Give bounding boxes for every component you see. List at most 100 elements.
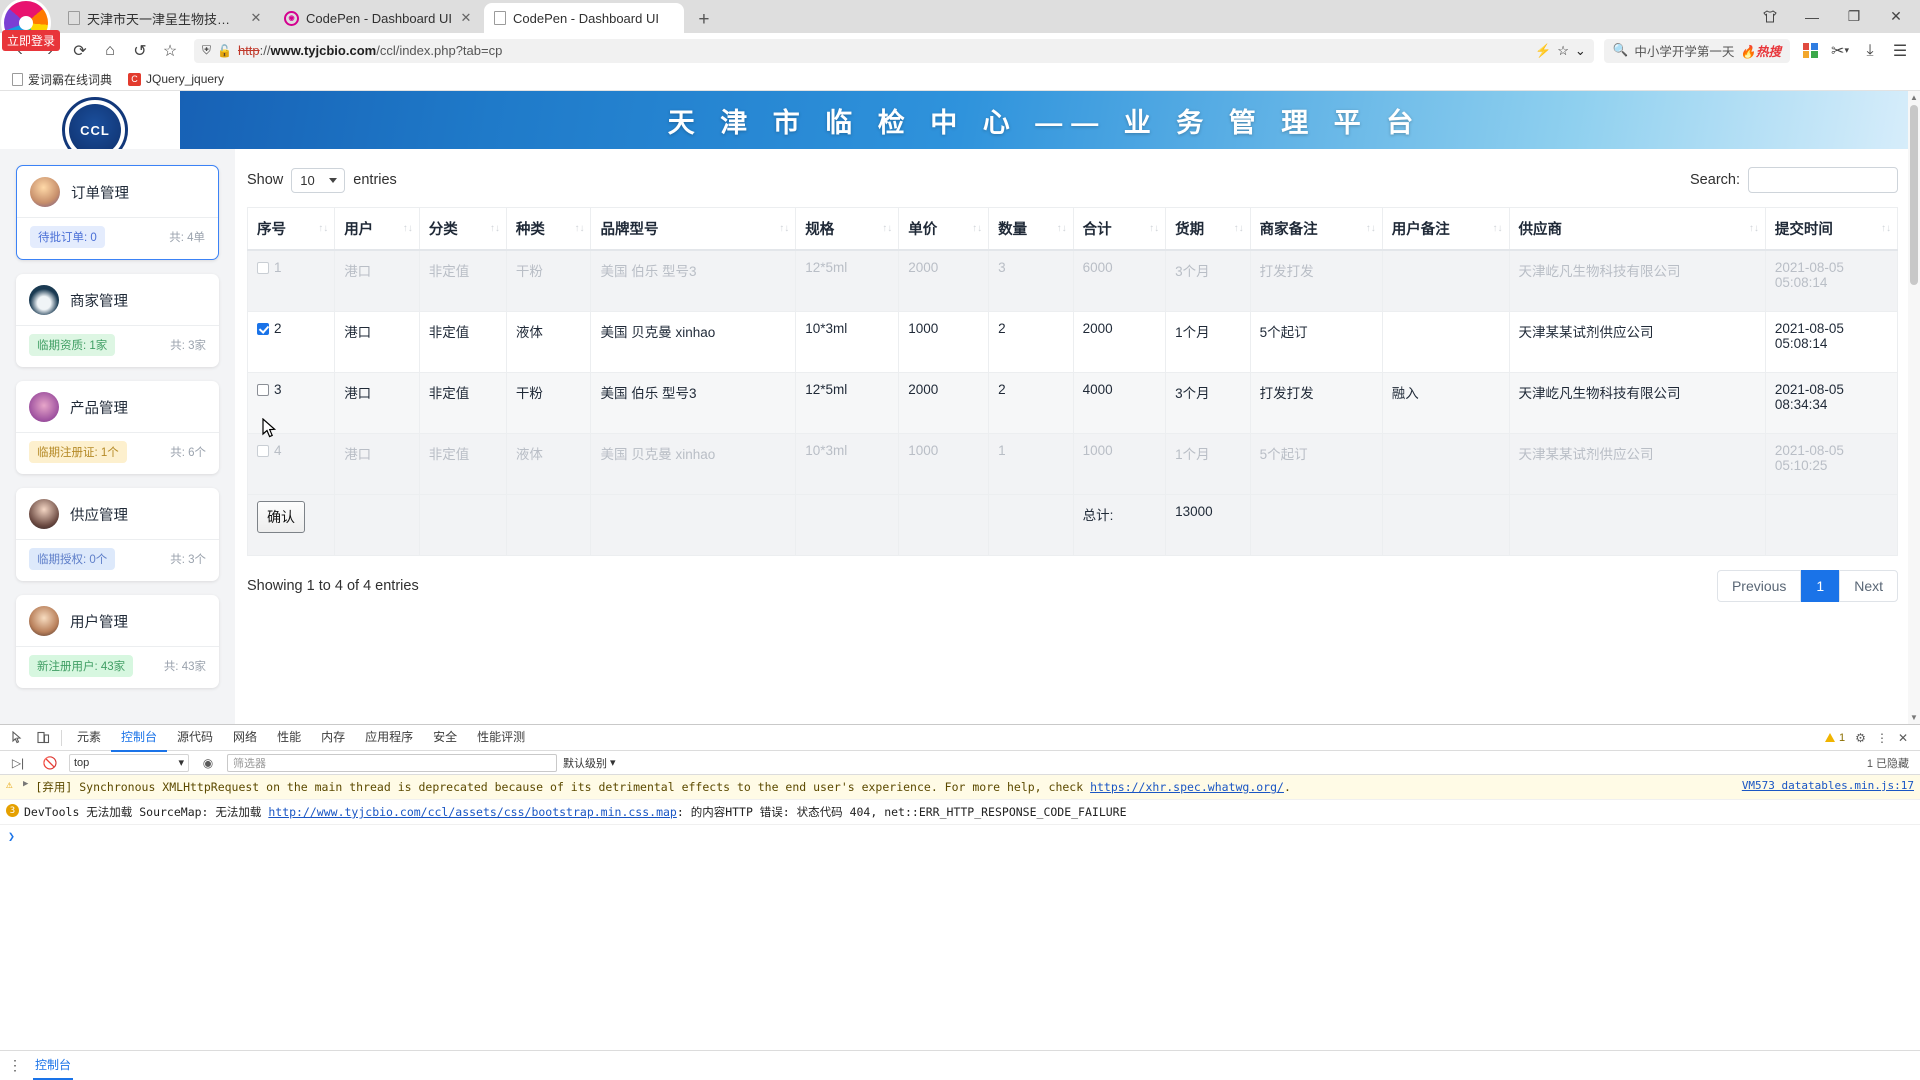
close-button[interactable]: ✕ — [1876, 2, 1916, 32]
shield-icon[interactable]: ⛨ — [202, 43, 211, 58]
col-header-category[interactable]: 分类 ↑↓ — [418, 207, 507, 251]
pagination-next[interactable]: Next — [1839, 569, 1898, 602]
close-icon[interactable]: ✕ — [249, 10, 263, 26]
star-icon[interactable]: ☆ — [1557, 43, 1569, 59]
row-checkbox[interactable] — [257, 383, 269, 396]
console-filter-input[interactable]: 筛选器 — [227, 753, 557, 772]
table-row[interactable]: 2 港口 非定值 液体 美国 贝克曼 xinhao 10*3ml 1000 2 … — [246, 310, 1899, 373]
bookmark-item-0[interactable]: 爱词霸在线词典 — [12, 71, 112, 88]
confirm-button[interactable]: 确认 — [257, 500, 305, 533]
menu-icon[interactable]: ☰ — [1886, 38, 1914, 64]
console-source-link[interactable]: VM573 datatables.min.js:17 — [1742, 779, 1914, 792]
log-level-select[interactable]: 默认级别 ▾ — [563, 755, 616, 771]
kebab-icon[interactable]: ⋮ — [8, 1057, 23, 1074]
address-bar[interactable]: ⛨ 🔓 http://www.tyjcbio.com/ccl/index.php… — [194, 38, 1594, 63]
col-header-submit-time[interactable]: 提交时间 ↑↓ — [1764, 207, 1899, 251]
devtools-tab-network[interactable]: 网络 — [223, 724, 267, 752]
col-header-qty[interactable]: 数量 ↑↓ — [988, 207, 1074, 251]
sidebar-item-supply[interactable]: 供应管理 临期授权: 0个 共: 3个 — [16, 488, 219, 581]
col-header-price[interactable]: 单价 ↑↓ — [898, 207, 990, 251]
bookmark-item-1[interactable]: C JQuery_jquery — [128, 72, 224, 86]
close-icon[interactable]: ✕ — [1898, 731, 1908, 745]
sidebar-item-orders[interactable]: 订单管理 待批订单: 0 共: 4单 — [16, 165, 219, 260]
new-tab-button[interactable]: + — [691, 7, 717, 33]
cell-index[interactable]: 1 — [246, 249, 336, 312]
home-icon[interactable]: ⌂ — [96, 38, 124, 64]
hot-search-label[interactable]: 🔥热搜 — [1740, 41, 1781, 60]
expand-arrow-icon[interactable]: ▶ — [23, 779, 28, 789]
col-header-spec[interactable]: 规格 ↑↓ — [795, 207, 900, 251]
scroll-up-arrow[interactable]: ▲ — [1909, 93, 1919, 102]
lock-broken-icon[interactable]: 🔓 — [217, 44, 232, 58]
chevron-down-icon[interactable]: ⌄ — [1575, 43, 1586, 59]
scrollbar-thumb[interactable] — [1910, 105, 1918, 285]
browser-tab-2[interactable]: CodePen - Dashboard UI — [483, 3, 684, 33]
context-select[interactable]: top ▾ — [69, 753, 189, 772]
close-icon[interactable]: ✕ — [459, 10, 473, 26]
run-icon[interactable]: ▷| — [5, 751, 31, 775]
shirt-icon[interactable] — [1750, 2, 1790, 32]
row-checkbox[interactable] — [257, 262, 269, 274]
devtools-tab-sources[interactable]: 源代码 — [167, 724, 223, 752]
devtools-tab-lighthouse[interactable]: 性能评测 — [467, 724, 535, 752]
console-link[interactable]: https://xhr.spec.whatwg.org/ — [1090, 780, 1284, 794]
row-checkbox[interactable] — [257, 322, 269, 335]
lightning-icon[interactable]: ⚡ — [1535, 43, 1551, 59]
page-scrollbar[interactable]: ▲ ▼ — [1908, 91, 1920, 724]
download-icon[interactable]: ⤓ — [1856, 38, 1884, 64]
apps-icon[interactable] — [1796, 38, 1824, 64]
devtools-tab-memory[interactable]: 内存 — [311, 724, 355, 752]
devtools-tab-application[interactable]: 应用程序 — [355, 724, 423, 752]
table-row[interactable]: 1 港口 非定值 干粉 美国 伯乐 型号3 12*5ml 2000 3 6000… — [246, 249, 1899, 312]
device-toolbar-icon[interactable] — [30, 726, 56, 750]
pagination-previous[interactable]: Previous — [1716, 569, 1802, 602]
warning-count-badge[interactable]: 1 — [1825, 732, 1845, 744]
browser-tab-1[interactable]: ◉ CodePen - Dashboard UI ✕ — [274, 3, 483, 33]
col-header-index[interactable]: 序号 ↑↓ — [246, 207, 336, 251]
sidebar-item-users[interactable]: 用户管理 新注册用户: 43家 共: 43家 — [16, 595, 219, 688]
search-input[interactable] — [1748, 167, 1898, 193]
col-header-user-note[interactable]: 用户备注 ↑↓ — [1381, 207, 1510, 251]
bookmark-star-icon[interactable]: ☆ — [156, 38, 184, 64]
scroll-down-arrow[interactable]: ▼ — [1909, 713, 1919, 722]
minimize-button[interactable]: — — [1792, 2, 1832, 32]
gear-icon[interactable]: ⚙ — [1855, 731, 1866, 745]
console-prompt[interactable]: ❯ — [0, 825, 1920, 847]
col-header-supplier[interactable]: 供应商 ↑↓ — [1508, 207, 1766, 251]
eye-icon[interactable]: ◉ — [195, 751, 221, 775]
devtools-tab-elements[interactable]: 元素 — [67, 724, 111, 752]
sidebar-item-merchants[interactable]: 商家管理 临期资质: 1家 共: 3家 — [16, 274, 219, 367]
reload-icon[interactable]: ⟳ — [66, 38, 94, 64]
clear-console-icon[interactable]: 🚫 — [37, 751, 63, 775]
kebab-icon[interactable]: ⋮ — [1876, 731, 1888, 745]
col-header-user[interactable]: 用户 ↑↓ — [334, 207, 420, 251]
row-checkbox[interactable] — [257, 444, 269, 457]
table-row[interactable]: 4 港口 非定值 液体 美国 贝克曼 xinhao 10*3ml 1000 1 … — [246, 432, 1899, 495]
login-badge[interactable]: 立即登录 — [2, 30, 61, 51]
undo-icon[interactable]: ↺ — [126, 38, 154, 64]
cell-index[interactable]: 4 — [246, 432, 336, 495]
page-size-select[interactable]: 10 25 50 100 — [291, 167, 346, 193]
drawer-tab-console[interactable]: 控制台 — [33, 1051, 74, 1080]
sidebar-item-products[interactable]: 产品管理 临期注册证: 1个 共: 6个 — [16, 381, 219, 474]
table-row[interactable]: 3 港口 非定值 干粉 美国 伯乐 型号3 12*5ml 2000 2 4000… — [246, 371, 1899, 434]
col-header-total[interactable]: 合计 ↑↓ — [1072, 207, 1167, 251]
browser-search-box[interactable]: 🔍 中小学开学第一天 🔥热搜 — [1603, 38, 1790, 63]
scissors-icon[interactable]: ✂ ▾ — [1826, 38, 1854, 64]
console-message-error[interactable]: 3 DevTools 无法加载 SourceMap: 无法加载 http://w… — [0, 800, 1920, 825]
col-header-lead[interactable]: 货期 ↑↓ — [1165, 207, 1251, 251]
devtools-tab-performance[interactable]: 性能 — [267, 724, 311, 752]
cell-index[interactable]: 3 — [246, 371, 336, 434]
col-header-kind[interactable]: 种类 ↑↓ — [505, 207, 592, 251]
console-link[interactable]: http://www.tyjcbio.com/ccl/assets/css/bo… — [268, 805, 677, 819]
browser-tab-0[interactable]: 天津市天一津呈生物技术咨询 ✕ — [58, 3, 273, 33]
console-message-warning[interactable]: ⚠ ▶ [弃用] Synchronous XMLHttpRequest on t… — [0, 775, 1920, 800]
col-header-merchant-note[interactable]: 商家备注 ↑↓ — [1249, 207, 1383, 251]
col-header-brand[interactable]: 品牌型号 ↑↓ — [590, 207, 797, 251]
devtools-tab-security[interactable]: 安全 — [423, 724, 467, 752]
maximize-button[interactable]: ❐ — [1834, 2, 1874, 32]
inspect-icon[interactable] — [4, 726, 30, 750]
cell-index[interactable]: 2 — [246, 310, 336, 373]
devtools-tab-console[interactable]: 控制台 — [111, 724, 168, 752]
pagination-page-1[interactable]: 1 — [1801, 569, 1840, 602]
